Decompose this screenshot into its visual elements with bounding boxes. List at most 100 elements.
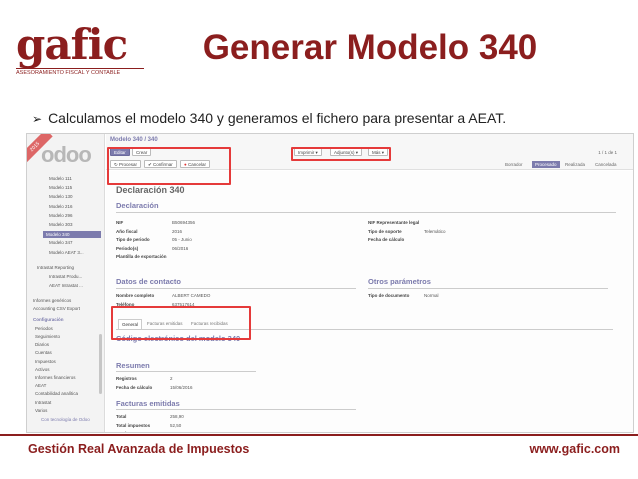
tab-general[interactable]: General	[118, 319, 143, 329]
sidebar-item[interactable]: Varios	[35, 408, 47, 413]
more-menu-button[interactable]: Más ▾	[368, 148, 389, 156]
sidebar-item[interactable]: Modelo 111	[49, 176, 72, 181]
sidebar-item[interactable]: Intrastat	[35, 400, 51, 405]
cancel-label: Cancelar	[187, 162, 206, 167]
logo-text: gafic	[16, 20, 128, 69]
process-button[interactable]: ↻ Procesar	[110, 160, 142, 168]
confirm-button[interactable]: ✔ Confirmar	[144, 160, 177, 168]
field-value[interactable]: 06/2016	[172, 246, 188, 251]
chevron-down-icon: ▾	[380, 150, 385, 155]
sidebar-item[interactable]: Intrastat Produ...	[49, 274, 82, 279]
divider	[116, 288, 356, 289]
sidebar-item[interactable]: Informes genéricos	[33, 298, 71, 303]
section-emitidas: Facturas emitidas	[116, 399, 180, 408]
sidebar-item[interactable]: AEAT	[35, 383, 46, 388]
divider	[368, 288, 608, 289]
field-label: Total impuestos	[116, 422, 151, 428]
sidebar-item[interactable]: Intrastat Reporting	[37, 265, 74, 270]
status-step[interactable]: Realizada	[562, 161, 588, 168]
control-panel: Modelo 340 / 340 Editar Crear ↻ Procesar…	[106, 134, 633, 170]
sidebar-item[interactable]: Modelo 347	[49, 240, 73, 245]
field-label: Total	[116, 414, 127, 419]
confirm-label: Confirmar	[153, 162, 173, 167]
status-step[interactable]: Cancelada	[592, 161, 620, 168]
field-label: NIF Representante legal	[368, 220, 420, 225]
sidebar-item[interactable]: Modelo 303	[49, 222, 73, 227]
sidebar-item[interactable]: Modelo 340	[43, 231, 101, 239]
logo-subtitle: ASESORAMIENTO FISCAL Y CONTABLE	[16, 68, 144, 76]
sidebar-item[interactable]: Modelo 216	[49, 204, 73, 209]
sidebar-item[interactable]: Modelo 115	[49, 185, 72, 190]
field-label: Periodo(s)	[116, 245, 139, 251]
status-step[interactable]: Borrador	[502, 161, 526, 168]
sidebar-item[interactable]: Informes financieros	[35, 375, 76, 380]
section-contacto: Datos de contacto	[116, 277, 182, 286]
edit-button[interactable]: Editar	[110, 148, 130, 156]
sidebar-item[interactable]: Accounting CSV Export	[33, 306, 80, 311]
create-button[interactable]: Crear	[132, 148, 152, 156]
breadcrumb[interactable]: Modelo 340 / 340	[110, 137, 158, 143]
cancel-button[interactable]: ● Cancelar	[180, 160, 210, 168]
print-menu-button[interactable]: Imprimir ▾	[294, 148, 322, 156]
attachments-menu-button[interactable]: Adjunto(s) ▾	[330, 148, 363, 156]
sidebar-item[interactable]: Modelo 296	[49, 213, 73, 218]
field-value[interactable]: 637517614	[172, 302, 195, 307]
field-label: Total	[116, 431, 126, 432]
print-label: Imprimir	[298, 150, 315, 155]
field-label: Fecha de cálculo	[116, 384, 153, 390]
field-value[interactable]: 258,90	[170, 414, 184, 419]
field-value[interactable]: 2	[170, 376, 173, 381]
section-otros: Otros parámetros	[368, 277, 431, 286]
status-step[interactable]: Procesado	[532, 161, 560, 168]
odoo-screenshot: 2015 odoo Modelo 111 Modelo 115 Modelo 130…	[26, 133, 634, 433]
section-codigo: Código electrónico del modelo 340	[116, 334, 241, 343]
pager[interactable]: 1 / 1 de 1	[598, 150, 617, 155]
slide-bullet: ➢ Calculamos el modelo 340 y generamos el…	[32, 110, 506, 126]
field-value[interactable]: B50694356	[172, 220, 195, 225]
tab-facturas-recibidas[interactable]: Facturas recibidas	[188, 319, 231, 328]
footer-left: Gestión Real Avanzada de Impuestos	[28, 442, 250, 456]
divider	[116, 409, 356, 410]
field-label: Registros	[116, 376, 137, 381]
footer-url[interactable]: www.gafic.com	[529, 442, 620, 456]
field-label: Tipo de soporte	[368, 228, 402, 234]
sidebar-item[interactable]: Periodos	[35, 326, 53, 331]
field-value[interactable]: 302,10	[170, 431, 184, 432]
field-value[interactable]: Telemático	[424, 229, 446, 234]
sidebar-item[interactable]: AEAT Intrastat ...	[49, 283, 83, 288]
field-value[interactable]: 15/06/2016	[170, 385, 193, 390]
odoo-logo: odoo	[41, 142, 92, 167]
sidebar-item[interactable]: Diarios	[35, 342, 49, 347]
sidebar-footer: Con tecnología de Odoo	[41, 417, 90, 422]
field-value[interactable]: 05 - Junio	[172, 237, 192, 242]
attachments-label: Adjunto(s)	[334, 150, 355, 155]
more-label: Más	[372, 150, 381, 155]
field-label: Tipo de documento	[368, 293, 410, 298]
sidebar-item[interactable]: Cuentas	[35, 350, 52, 355]
sidebar-scrollbar[interactable]	[99, 334, 102, 394]
sidebar-item[interactable]: Seguimiento	[35, 334, 60, 339]
field-value[interactable]: Normal	[424, 293, 439, 298]
form-title: Declaración 340	[116, 185, 185, 195]
field-label: Plantilla de exportación	[116, 254, 167, 259]
sidebar-item[interactable]: Impuestos	[35, 359, 56, 364]
sidebar-item[interactable]: Activos	[35, 367, 50, 372]
footer-divider	[0, 434, 638, 436]
sidebar-item[interactable]: Modelo 130	[49, 194, 73, 199]
divider	[116, 212, 616, 213]
field-value[interactable]: ALBERT CAMEDO	[172, 293, 210, 298]
sidebar-item[interactable]: Contabilidad analítica	[35, 391, 78, 396]
sidebar-item[interactable]: Modelo AEAT 3...	[49, 250, 84, 255]
field-value[interactable]: 52,50	[170, 423, 181, 428]
field-label: Año fiscal	[116, 228, 138, 234]
field-label: Fecha de cálculo	[368, 237, 405, 242]
form-view: Declaración 340 Declaración NIF B50694356…	[106, 171, 633, 432]
field-value[interactable]: 2016	[172, 229, 182, 234]
field-label: Tipo de periodo	[116, 237, 150, 242]
field-label: NIF	[116, 220, 124, 225]
section-declaracion: Declaración	[116, 201, 159, 210]
tab-facturas-emitidas[interactable]: Facturas emitidas	[144, 319, 186, 328]
sidebar-heading: Configuración	[33, 316, 64, 322]
process-label: Procesar	[119, 162, 138, 167]
chevron-down-icon: ▾	[314, 150, 318, 155]
